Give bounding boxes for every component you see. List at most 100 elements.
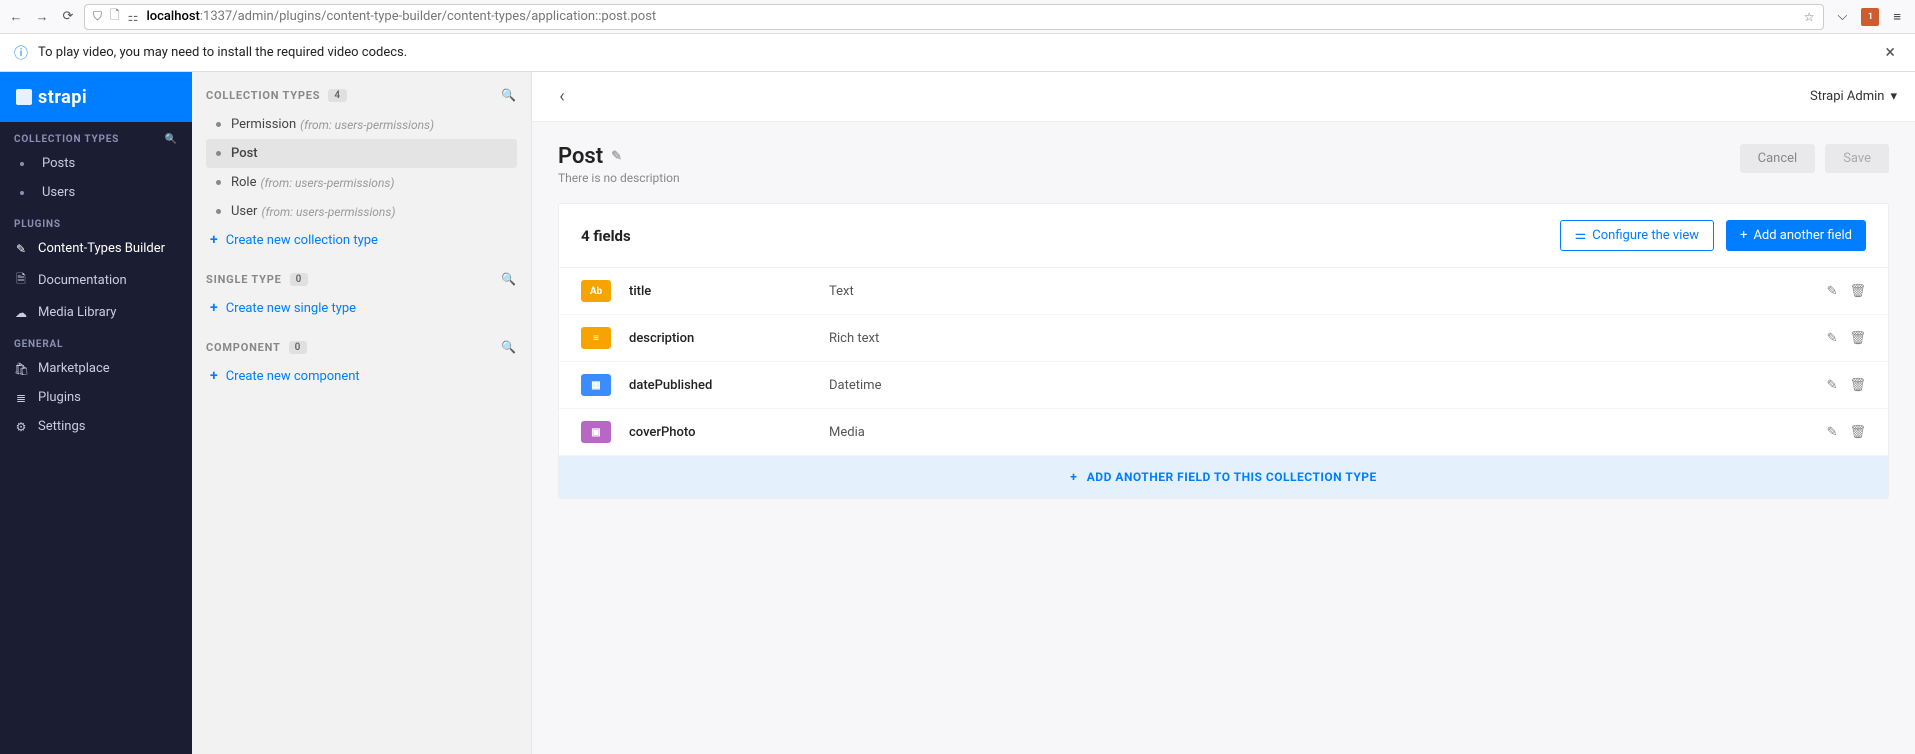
main-topbar: ‹ Strapi Admin ▾ — [532, 72, 1915, 122]
delete-icon[interactable]: 🗑 — [1849, 284, 1866, 299]
chevron-down-icon: ▾ — [1890, 89, 1897, 104]
permissions-icon: ⚏ — [128, 10, 139, 24]
secondary-sidebar: COLLECTION TYPES 4 🔍 Permission(from: us… — [192, 72, 532, 754]
sidebar-item-label: Users — [42, 185, 75, 200]
field-type-icon: Ab — [581, 280, 611, 302]
secondary-item[interactable]: User (from: users-permissions) — [206, 197, 517, 226]
search-icon[interactable]: 🔍 — [501, 340, 517, 354]
save-button[interactable]: Save — [1825, 144, 1889, 173]
secondary-item-label: Post — [231, 146, 258, 161]
component-count-badge: 0 — [289, 341, 308, 354]
dot-icon — [20, 162, 24, 166]
search-icon[interactable]: 🔍 — [165, 134, 178, 145]
sidebar-item[interactable]: ≣ Plugins — [0, 383, 192, 412]
browser-toolbar: ← → ⟳ ⛉ 🗋 ⚏ localhost:1337/admin/plugins… — [0, 0, 1915, 34]
close-icon[interactable]: × — [1879, 42, 1901, 63]
field-type-icon: ▦ — [581, 374, 611, 396]
sec-single-heading: SINGLE TYPE 0 🔍 — [206, 272, 517, 286]
field-row: ▣coverPhotoMedia✎🗑 — [559, 409, 1888, 456]
field-type: Media — [829, 425, 1827, 440]
plus-icon: + — [210, 232, 218, 248]
edit-icon[interactable]: ✎ — [1827, 284, 1838, 299]
main-area: ‹ Strapi Admin ▾ Post ✎ There is no desc… — [532, 72, 1915, 754]
pocket-icon[interactable]: ⌵ — [1838, 9, 1848, 24]
url-bar[interactable]: ⛉ 🗋 ⚏ localhost:1337/admin/plugins/conte… — [84, 4, 1824, 30]
edit-icon[interactable]: ✎ — [1827, 331, 1838, 346]
field-row: Ab titleText✎ 🗑 — [559, 268, 1888, 315]
source-label: (from: users-permissions) — [300, 118, 434, 132]
reload-icon[interactable]: ⟳ — [60, 9, 76, 25]
secondary-item[interactable]: Permission (from: users-permissions) — [206, 110, 517, 139]
plus-icon: + — [1740, 228, 1747, 243]
forward-icon[interactable]: → — [34, 9, 50, 25]
extension-badge[interactable]: 1 — [1861, 8, 1879, 26]
sidebar-item-label: Content-Types Builder — [38, 241, 165, 256]
page-icon: 🗋 — [110, 6, 120, 27]
logo-text: strapi — [38, 87, 87, 108]
delete-icon[interactable]: 🗑 — [1849, 378, 1866, 393]
logo[interactable]: strapi — [0, 72, 192, 122]
sidebar-item-label: Posts — [42, 156, 75, 171]
field-type: Datetime — [829, 378, 1827, 393]
sidebar-item[interactable]: ☁Media Library — [0, 298, 192, 327]
field-name: datePublished — [629, 378, 829, 393]
fields-panel: 4 fields ⚌ Configure the view + Add anot… — [558, 203, 1889, 499]
sidebar-item[interactable]: ✎Content-Types Builder — [0, 234, 192, 263]
secondary-item-label: Permission — [231, 117, 296, 132]
field-type: Rich text — [829, 331, 1827, 346]
create-single-link[interactable]: + Create new single type — [206, 294, 517, 322]
configure-view-button[interactable]: ⚌ Configure the view — [1560, 220, 1714, 251]
sidebar-item[interactable]: 🛍Marketplace — [0, 354, 192, 383]
field-name: coverPhoto — [629, 425, 829, 440]
field-type: Text — [829, 284, 1827, 299]
source-label: (from: users-permissions) — [260, 176, 394, 190]
plugins-heading: PLUGINS — [14, 219, 178, 230]
info-icon: ⓘ — [14, 43, 28, 63]
single-count-badge: 0 — [290, 273, 309, 286]
edit-icon[interactable]: ✎ — [1827, 378, 1838, 393]
delete-icon[interactable]: 🗑 — [1849, 425, 1866, 440]
menu-icon[interactable]: ≡ — [1893, 9, 1901, 25]
menu-icon: ≣ — [14, 391, 28, 405]
sidebar-item-label: Plugins — [38, 390, 81, 405]
sidebar-item[interactable]: 🗎Documentation — [0, 263, 192, 298]
secondary-item[interactable]: Role(from: users-permissions) — [206, 168, 517, 197]
edit-icon[interactable]: ✎ — [1827, 425, 1838, 440]
cancel-button[interactable]: Cancel — [1740, 144, 1816, 173]
url-text: localhost:1337/admin/plugins/content-typ… — [146, 9, 656, 24]
edit-icon[interactable]: ✎ — [611, 149, 622, 164]
field-row: ▦ datePublishedDatetime✎ 🗑 — [559, 362, 1888, 409]
create-component-link[interactable]: + Create new component — [206, 362, 517, 390]
plus-icon: + — [1070, 470, 1077, 484]
field-name: title — [629, 284, 829, 299]
delete-icon[interactable]: 🗑 — [1849, 331, 1866, 346]
notification-bar: ⓘ To play video, you may need to install… — [0, 34, 1915, 72]
content-type-title: Post ✎ — [558, 144, 680, 169]
star-icon[interactable]: ☆ — [1804, 10, 1815, 24]
user-menu[interactable]: Strapi Admin ▾ — [1810, 89, 1897, 104]
content-type-description: There is no description — [558, 171, 680, 185]
dot-icon — [216, 151, 221, 156]
field-row: ≡descriptionRich text✎🗑 — [559, 315, 1888, 362]
configure-icon: ⚌ — [1575, 228, 1587, 243]
secondary-item-label: User — [231, 204, 257, 219]
menu-icon: 🗎 — [14, 270, 28, 291]
sidebar-item[interactable]: Posts — [0, 149, 192, 178]
menu-icon: ⚙ — [14, 420, 28, 434]
collection-count-badge: 4 — [328, 89, 347, 102]
sidebar-item[interactable]: Users — [0, 178, 192, 207]
back-button[interactable]: ‹ — [550, 85, 574, 109]
create-collection-link[interactable]: + Create new collection type — [206, 226, 517, 254]
dot-icon — [216, 122, 221, 127]
source-label: (from: users-permissions) — [261, 205, 395, 219]
main-sidebar: strapi COLLECTION TYPES 🔍 PostsUsers PLU… — [0, 72, 192, 754]
add-another-field-row[interactable]: + ADD ANOTHER FIELD TO THIS COLLECTION T… — [559, 456, 1888, 498]
sidebar-item[interactable]: ⚙Settings — [0, 412, 192, 441]
secondary-item[interactable]: Post — [206, 139, 517, 168]
search-icon[interactable]: 🔍 — [501, 272, 517, 286]
notification-text: To play video, you may need to install t… — [38, 45, 407, 60]
general-heading: GENERAL — [14, 339, 178, 350]
back-icon[interactable]: ← — [8, 9, 24, 25]
search-icon[interactable]: 🔍 — [501, 88, 517, 102]
add-field-button[interactable]: + Add another field — [1726, 220, 1866, 251]
